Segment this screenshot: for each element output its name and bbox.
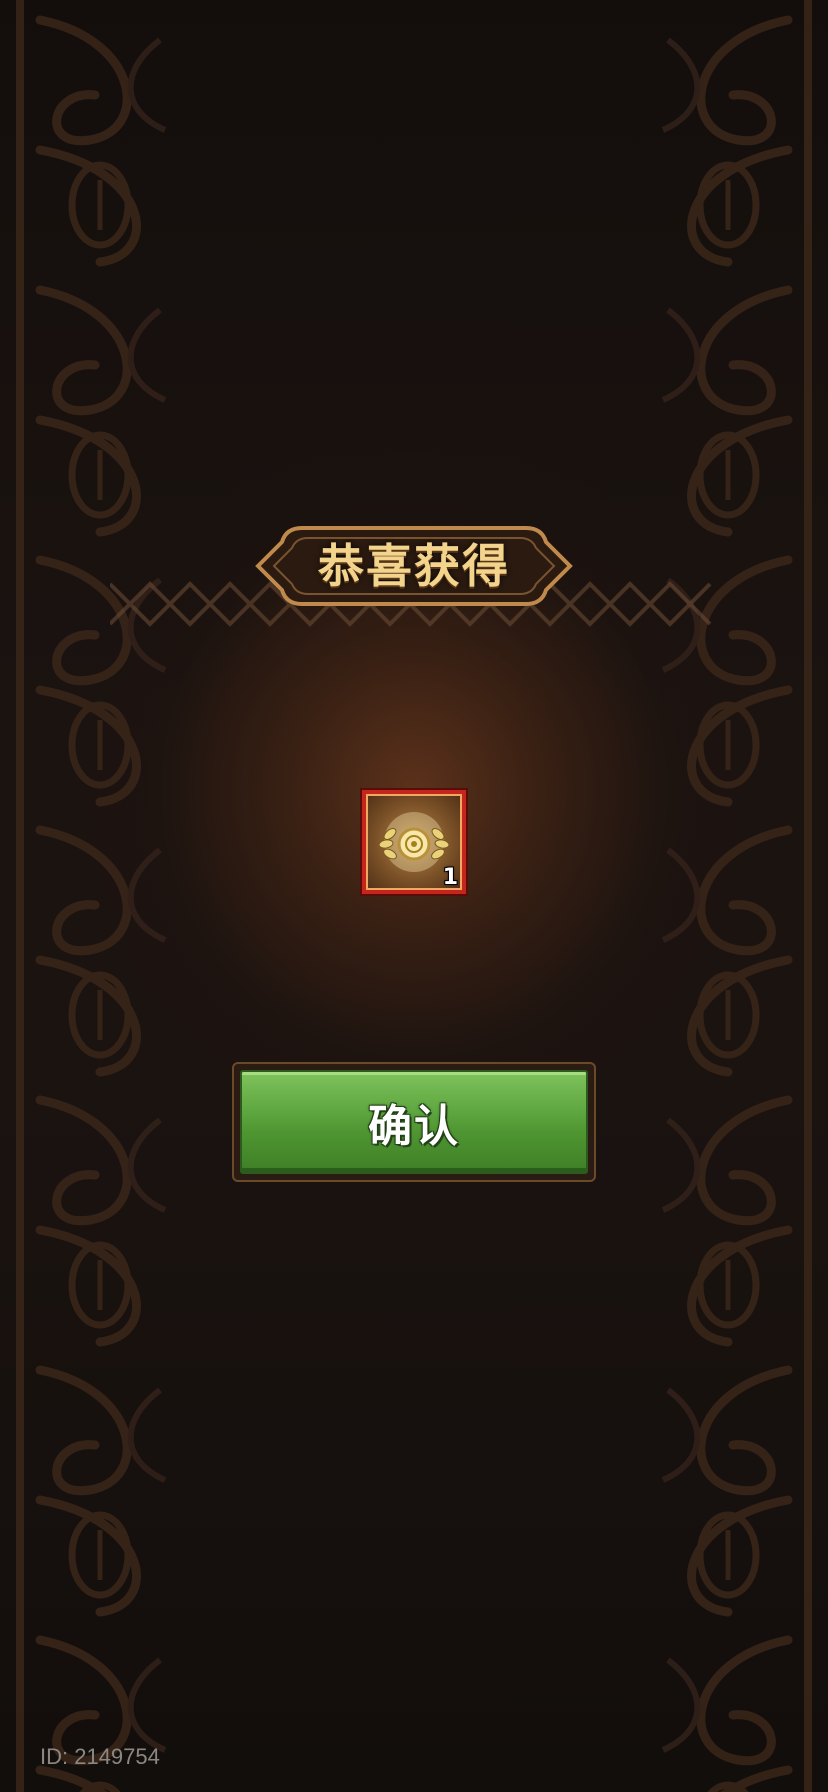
reward-item-slot[interactable]: 1	[362, 790, 466, 894]
confirm-button[interactable]: 确认	[232, 1062, 596, 1182]
left-ornament-border	[0, 0, 190, 1792]
right-ornament-border	[638, 0, 828, 1792]
title-text: 恭喜获得	[318, 539, 510, 593]
title-banner: 恭喜获得	[252, 520, 576, 612]
reward-count: 1	[442, 865, 458, 890]
confirm-button-face: 确认	[240, 1070, 588, 1174]
player-id: ID: 2149754	[40, 1744, 160, 1769]
confirm-button-label: 确认	[368, 1101, 460, 1152]
